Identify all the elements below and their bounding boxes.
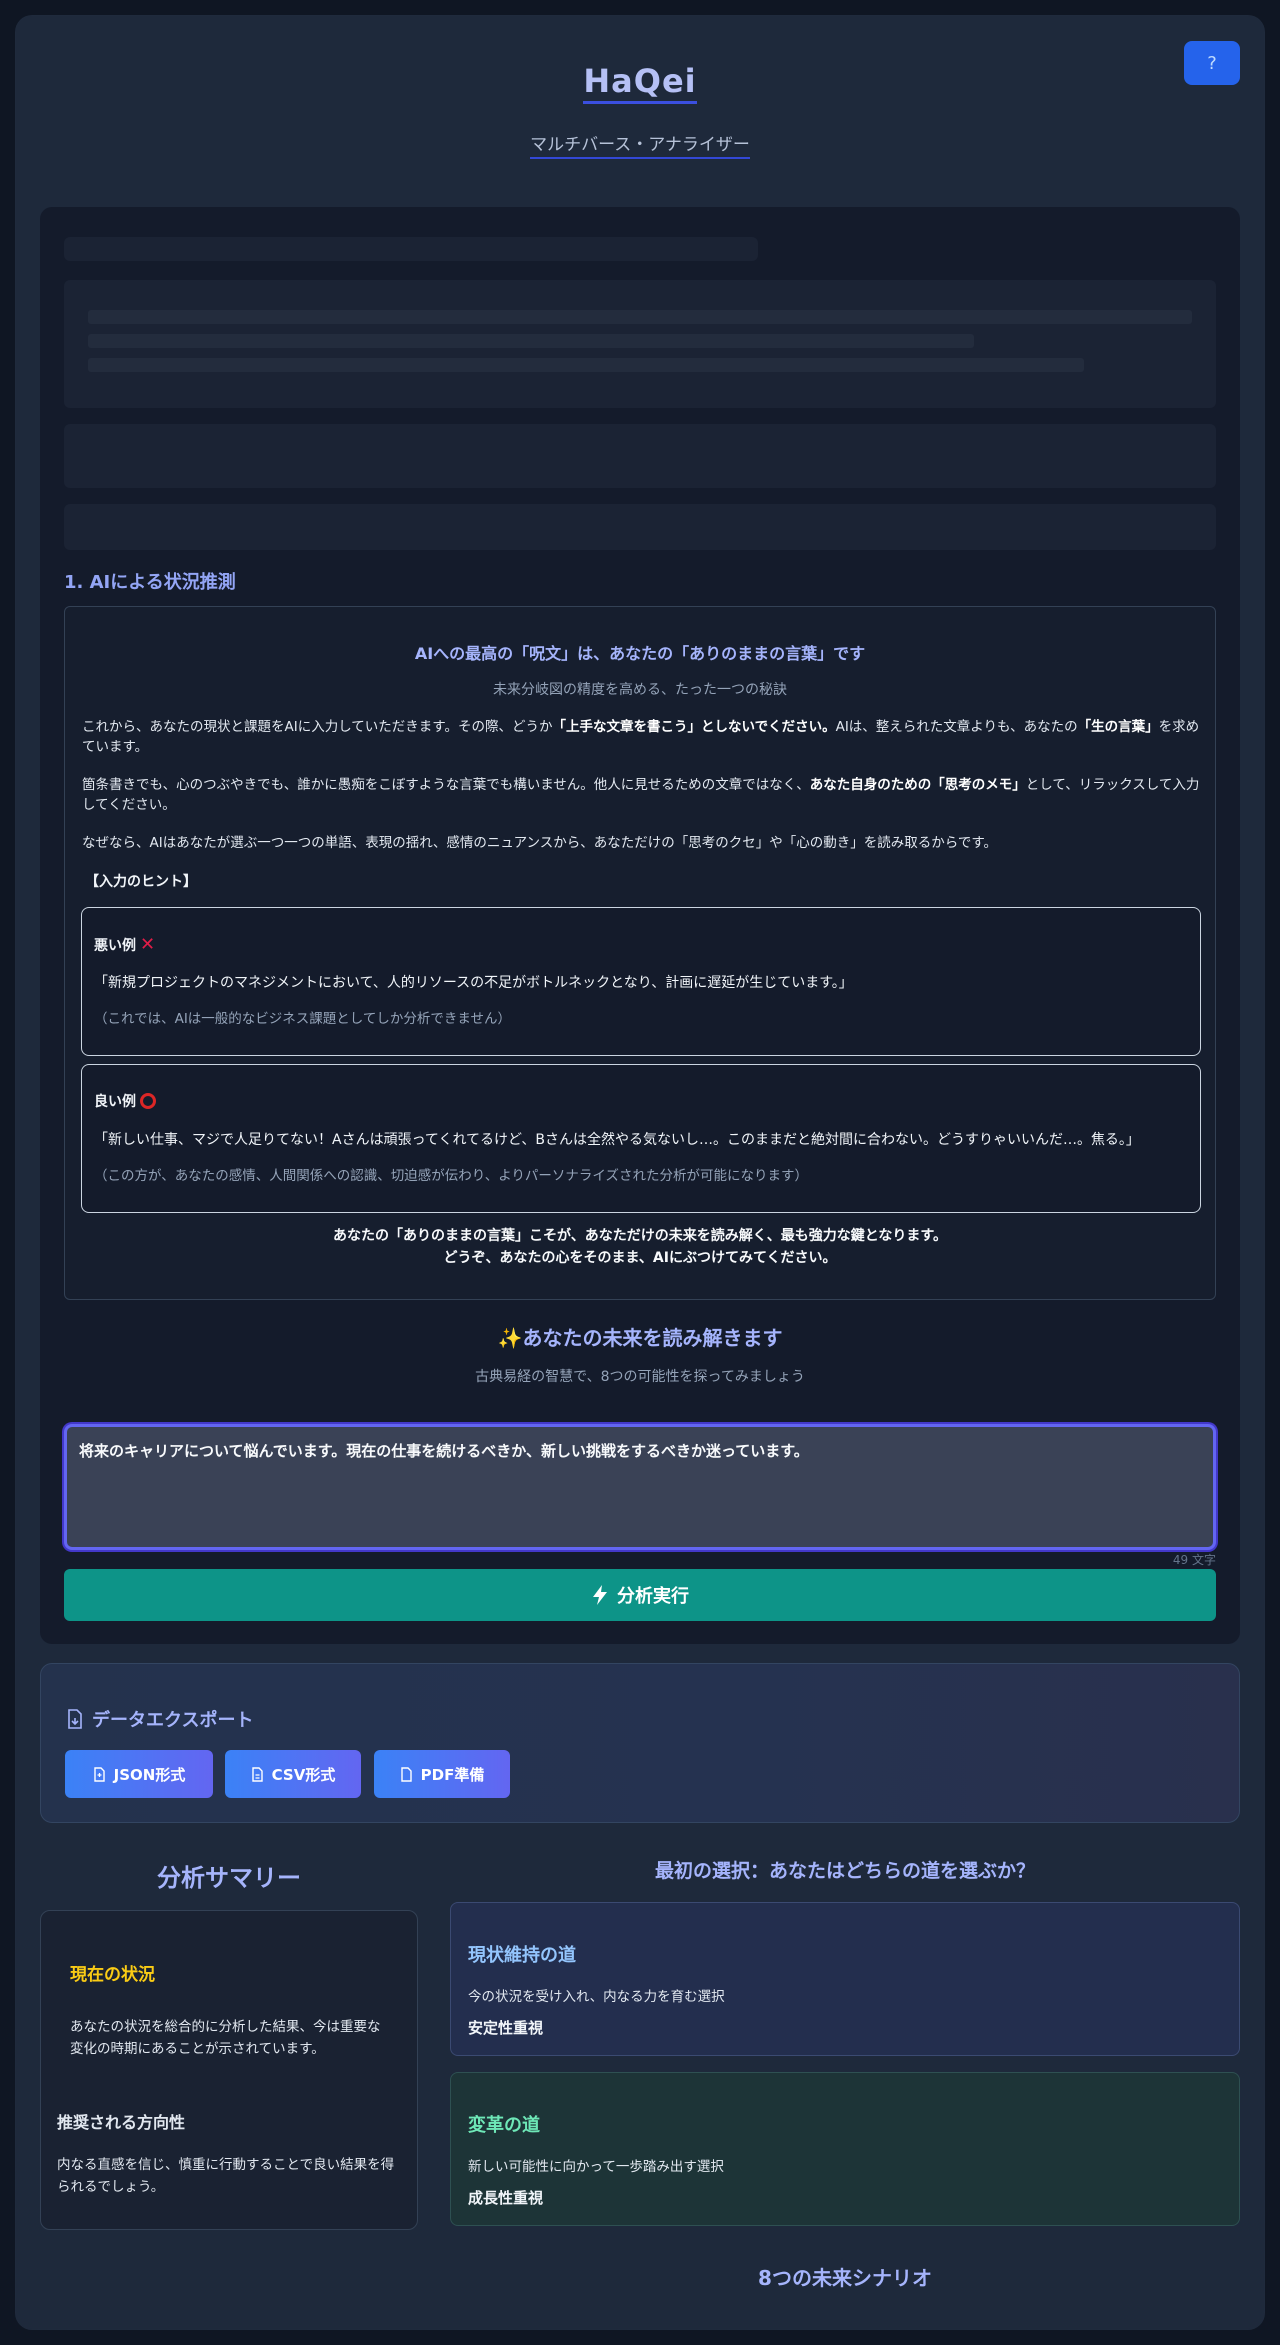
transformation-title: 変革の道 <box>468 2115 540 2136</box>
guidance-closing: あなたの「ありのままの言葉」こそが、あなただけの未来を読み解く、最も強力な鍵とな… <box>333 1228 947 1266</box>
guidance-box: AIへの最高の「呪文」は、あなたの「ありのままの言葉」です 未来分岐図の精度を高… <box>64 606 1216 1300</box>
status-quo-path-card[interactable]: 現状維持の道 今の状況を受け入れ、内なる力を育む選択 安定性重視 <box>450 1902 1240 2056</box>
analyze-button[interactable]: 分析実行 <box>64 1569 1216 1621</box>
hint-label: 【入力のヒント】 <box>85 874 197 890</box>
first-choice-title: 最初の選択：あなたはどちらの道を選ぶか？ <box>654 1860 1035 1882</box>
file-icon <box>93 1766 105 1782</box>
good-example-note: （この方が、あなたの感情、人間関係への認識、切迫感が伝わり、よりパーソナライズさ… <box>94 1168 809 1184</box>
good-example-quote: 「新しい仕事、マジで人足りてない！Aさんは頑張ってくれてるけど、Bさんは全然やる… <box>94 1132 1140 1148</box>
bad-example-label: 悪い例 ✕ <box>94 934 156 955</box>
file-export-icon <box>68 1709 82 1729</box>
status-quo-tag: 安定性重視 <box>468 2019 544 2037</box>
export-json-button[interactable]: JSON形式 <box>65 1750 213 1798</box>
guidance-subtitle: 未来分岐図の精度を高める、たった一つの秘訣 <box>493 682 787 698</box>
good-example-card: 良い例 「新しい仕事、マジで人足りてない！Aさんは頑張ってくれてるけど、Bさんは… <box>81 1064 1201 1213</box>
export-panel: データエクスポート JSON形式 CSV形式 PDF準備 <box>40 1663 1240 1823</box>
export-title: データエクスポート <box>66 1706 253 1732</box>
direction-text: 内なる直感を信じ、慎重に行動することで良い結果を得られるでしょう。 <box>57 2157 395 2195</box>
transformation-desc: 新しい可能性に向かって一歩踏み出す選択 <box>468 2159 724 2175</box>
section-heading: 1. AIによる状況推測 <box>64 572 236 593</box>
skeleton-heading <box>64 237 758 261</box>
guidance-paragraph-3: なぜなら、AIはあなたが選ぶ一つ一つの単語、表現の揺れ、感情のニュアンスから、あ… <box>82 835 998 851</box>
export-pdf-button[interactable]: PDF準備 <box>374 1750 510 1798</box>
input-panel: 1. AIによる状況推測 AIへの最高の「呪文」は、あなたの「ありのままの言葉」… <box>40 207 1240 1644</box>
good-example-label: 良い例 <box>94 1091 156 1111</box>
direction-title: 推奨される方向性 <box>57 2113 186 2132</box>
file-icon <box>400 1766 412 1782</box>
export-csv-button[interactable]: CSV形式 <box>225 1750 361 1798</box>
skeleton-bar <box>64 504 1216 550</box>
skeleton-line <box>88 358 1084 372</box>
guidance-paragraph-1: これから、あなたの現状と課題をAIに入力していただきます。その際、どうか「上手な… <box>82 719 1200 755</box>
app-subtitle: マルチバース・アナライザー <box>16 130 1264 159</box>
circle-icon <box>140 1093 156 1109</box>
situation-textarea[interactable]: 将来のキャリアについて悩んでいます。現在の仕事を続けるべきか、新しい挑戦をするべ… <box>64 1424 1216 1550</box>
analysis-title: ✨あなたの未来を読み解きます <box>497 1326 783 1350</box>
char-count: 49 文字 <box>1172 1553 1216 1567</box>
guidance-paragraph-2: 箇条書きでも、心のつぶやきでも、誰かに愚痴をこぼすような言葉でも構いません。他人… <box>82 777 1200 813</box>
current-situation-title: 現在の状況 <box>70 1965 155 1985</box>
cross-icon: ✕ <box>140 934 156 955</box>
skeleton-block <box>64 280 1216 408</box>
skeleton-line <box>88 310 1192 324</box>
analysis-subtitle: 古典易経の智慧で、8つの可能性を探ってみましょう <box>475 1369 805 1385</box>
file-icon <box>251 1766 263 1782</box>
summary-title: 分析サマリー <box>157 1864 301 1892</box>
transformation-path-card[interactable]: 変革の道 新しい可能性に向かって一歩踏み出す選択 成長性重視 <box>450 2072 1240 2226</box>
skeleton-line <box>88 334 974 348</box>
summary-card: 現在の状況 あなたの状況を総合的に分析した結果、今は重要な変化の時期にあることが… <box>40 1910 418 2230</box>
status-quo-title: 現状維持の道 <box>468 1945 576 1966</box>
current-situation-text: あなたの状況を総合的に分析した結果、今は重要な変化の時期にあることが示されていま… <box>70 2019 381 2057</box>
bad-example-quote: 「新規プロジェクトのマネジメントにおいて、人的リソースの不足がボトルネックとなり… <box>94 975 853 991</box>
transformation-tag: 成長性重視 <box>468 2189 544 2207</box>
skeleton-bar <box>64 424 1216 488</box>
scenarios-title: 8つの未来シナリオ <box>758 2266 932 2290</box>
app-window: ? HaQei マルチバース・アナライザー 1. AIによる状況推測 AIへの最… <box>16 16 1264 2329</box>
analyze-button-label: 分析実行 <box>617 1586 689 1607</box>
bad-example-card: 悪い例 ✕ 「新規プロジェクトのマネジメントにおいて、人的リソースの不足がボトル… <box>81 907 1201 1056</box>
status-quo-desc: 今の状況を受け入れ、内なる力を育む選択 <box>468 1989 725 2005</box>
app-title: HaQei <box>16 62 1264 104</box>
lightning-icon <box>593 1585 607 1605</box>
guidance-title: AIへの最高の「呪文」は、あなたの「ありのままの言葉」です <box>414 644 866 663</box>
bad-example-note: （これでは、AIは一般的なビジネス課題としてしか分析できません） <box>94 1011 512 1027</box>
